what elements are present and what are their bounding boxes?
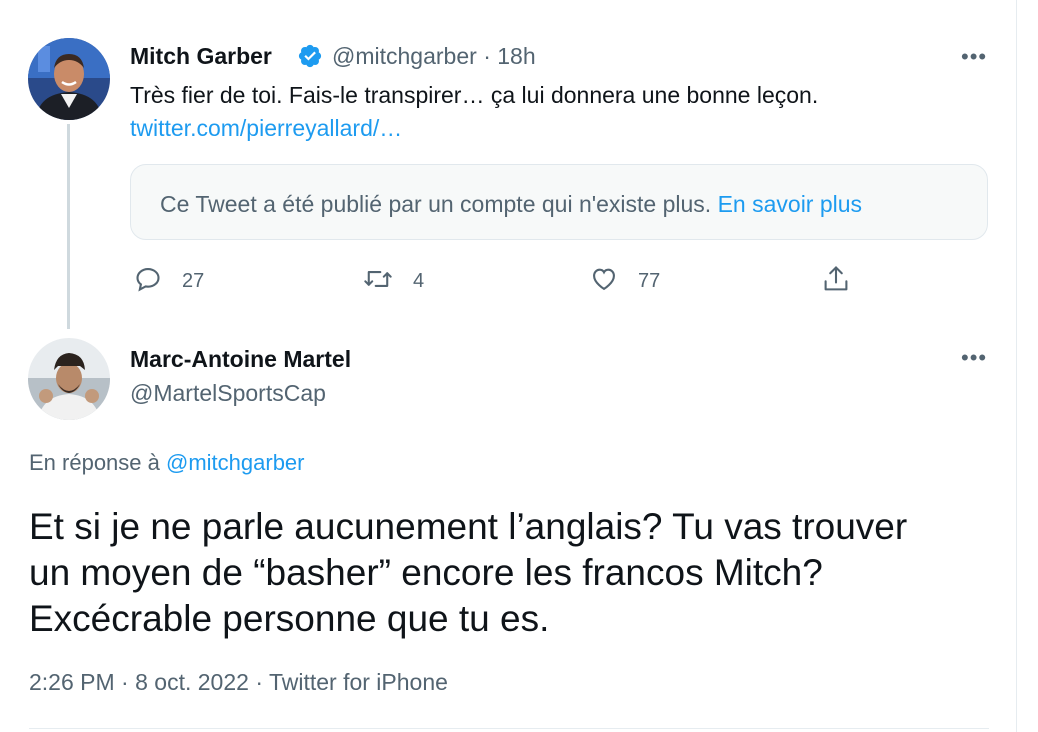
separator-dot: · [255, 669, 269, 695]
author-handle-text: @mitchgarber [332, 43, 477, 69]
unavailable-quote-card: Ce Tweet a été publié par un compte qui … [130, 164, 988, 240]
more-horizontal-icon[interactable]: ••• [961, 46, 987, 68]
thread-connector-line [67, 124, 70, 329]
reply-icon [134, 265, 162, 298]
column-border [1016, 0, 1017, 732]
avatar-mitch-garber[interactable] [28, 38, 110, 120]
like-button[interactable]: 77 [590, 266, 660, 296]
unavailable-text: Ce Tweet a été publié par un compte qui … [160, 191, 712, 217]
tweet-date[interactable]: 8 oct. 2022 [135, 669, 249, 695]
reply-button[interactable]: 27 [134, 266, 204, 296]
reply-prefix: En réponse à [29, 450, 160, 475]
retweet-button[interactable]: 4 [363, 266, 424, 296]
heart-icon [590, 265, 618, 298]
main-tweet-text: Et si je ne parle aucunement l’anglais? … [29, 504, 1009, 642]
verified-badge-icon [297, 43, 323, 74]
author-handle[interactable]: @MartelSportsCap [130, 380, 326, 407]
reply-context: En réponse à @mitchgarber [29, 450, 305, 476]
main-tweet-line: Excécrable personne que tu es. [29, 598, 550, 639]
tweet-link[interactable]: twitter.com/pierreyallard/… [130, 115, 402, 142]
tweet-text: Très fier de toi. Fais-le transpirer… ça… [130, 82, 819, 108]
tweet-metadata: 2:26 PM · 8 oct. 2022 · Twitter for iPho… [29, 669, 448, 696]
retweet-count: 4 [413, 269, 425, 292]
divider [29, 728, 989, 729]
learn-more-link[interactable]: En savoir plus [718, 191, 862, 217]
main-tweet-line: Et si je ne parle aucunement l’anglais? … [29, 506, 908, 547]
reply-count: 27 [182, 269, 205, 292]
tweet-timestamp[interactable]: 2:26 PM [29, 669, 115, 695]
retweet-icon [363, 265, 393, 298]
share-icon [822, 264, 850, 299]
author-name[interactable]: Marc-Antoine Martel [130, 346, 351, 373]
unavailable-message: Ce Tweet a été publié par un compte qui … [160, 191, 862, 218]
like-count: 77 [638, 269, 661, 292]
separator-dot: · [121, 669, 136, 695]
share-button[interactable] [822, 264, 850, 299]
author-handle[interactable]: @mitchgarber · 18h [332, 43, 536, 70]
reply-mention-link[interactable]: @mitchgarber [166, 450, 305, 475]
main-tweet-line: un moyen de “basher” encore les francos … [29, 552, 823, 593]
separator-dot: · [483, 43, 498, 69]
tweet-time[interactable]: 18h [497, 43, 535, 69]
author-name[interactable]: Mitch Garber [130, 43, 272, 70]
more-horizontal-icon[interactable]: ••• [961, 347, 987, 369]
avatar-marc-antoine-martel[interactable] [28, 338, 110, 420]
tweet-source[interactable]: Twitter for iPhone [269, 669, 448, 695]
